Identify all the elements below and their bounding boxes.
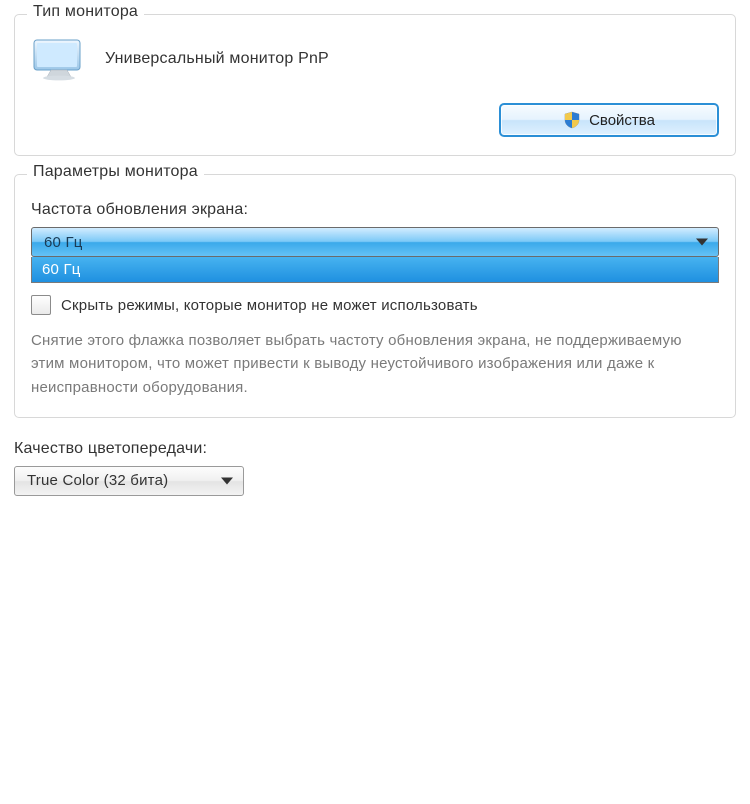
refresh-rate-dropdown: 60 Гц: [31, 257, 719, 283]
hide-modes-hint: Снятие этого флажка позволяет выбрать ча…: [31, 329, 719, 399]
monitor-settings-legend: Параметры монитора: [27, 163, 204, 181]
hide-modes-label: Скрыть режимы, которые монитор не может …: [61, 297, 478, 314]
monitor-name: Универсальный монитор PnP: [105, 50, 329, 68]
properties-button[interactable]: Свойства: [499, 103, 719, 137]
refresh-rate-option[interactable]: 60 Гц: [32, 257, 718, 282]
chevron-down-icon: [221, 477, 233, 484]
monitor-icon: [31, 37, 87, 81]
uac-shield-icon: [563, 111, 581, 129]
refresh-rate-value: 60 Гц: [44, 234, 83, 251]
button-row: Свойства: [31, 103, 719, 137]
properties-button-label: Свойства: [589, 112, 655, 129]
monitor-row: Универсальный монитор PnP: [31, 37, 719, 81]
color-quality-value: True Color (32 бита): [27, 472, 168, 489]
color-quality-label: Качество цветопередачи:: [14, 440, 736, 458]
monitor-settings-group: Параметры монитора Частота обновления эк…: [14, 174, 736, 418]
color-quality-section: Качество цветопередачи: True Color (32 б…: [14, 440, 736, 496]
chevron-down-icon: [696, 239, 708, 246]
monitor-type-group: Тип монитора Универсальный монитор PnP: [14, 14, 736, 156]
hide-modes-row: Скрыть режимы, которые монитор не может …: [31, 295, 719, 315]
color-quality-combo[interactable]: True Color (32 бита): [14, 466, 244, 496]
monitor-type-legend: Тип монитора: [27, 3, 144, 21]
refresh-rate-combo[interactable]: 60 Гц: [31, 227, 719, 257]
refresh-rate-label: Частота обновления экрана:: [31, 201, 719, 219]
hide-modes-checkbox[interactable]: [31, 295, 51, 315]
